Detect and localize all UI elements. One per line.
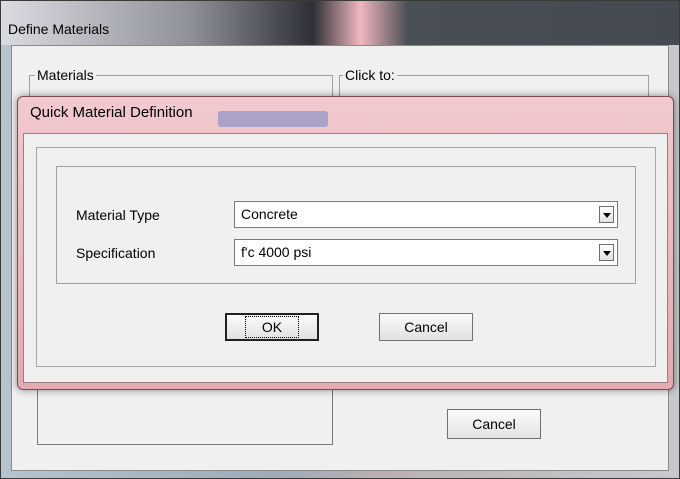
specification-select[interactable]: f'c 4000 psi [234, 239, 618, 266]
material-type-chevron-down-icon[interactable] [599, 206, 614, 223]
titlebar-reflection [218, 111, 328, 127]
material-type-label: Material Type [76, 207, 160, 223]
material-type-select[interactable]: Concrete [234, 201, 618, 228]
specification-value: f'c 4000 psi [241, 244, 312, 260]
define-materials-cancel-button[interactable]: Cancel [447, 409, 541, 439]
quick-material-definition-dialog: Quick Material Definition Material Type … [17, 96, 674, 390]
define-materials-titlebar[interactable]: Define Materials [1, 1, 679, 45]
specification-chevron-down-icon[interactable] [599, 244, 614, 261]
dialog-client-area: Material Type Concrete Specification f'c… [23, 133, 668, 383]
material-type-value: Concrete [241, 206, 298, 222]
dialog-title: Quick Material Definition [30, 104, 193, 121]
cancel-button-label: Cancel [404, 319, 448, 335]
dialog-inner-frame: Material Type Concrete Specification f'c… [36, 147, 656, 367]
define-materials-title: Define Materials [8, 21, 110, 37]
click-to-group-label: Click to: [343, 67, 397, 83]
ok-button[interactable]: OK [225, 313, 319, 341]
cancel-button[interactable]: Cancel [379, 313, 473, 341]
ok-button-label: OK [244, 316, 300, 338]
materials-group-label: Materials [35, 67, 96, 83]
material-fields-group: Material Type Concrete Specification f'c… [56, 166, 636, 284]
specification-label: Specification [76, 245, 156, 261]
